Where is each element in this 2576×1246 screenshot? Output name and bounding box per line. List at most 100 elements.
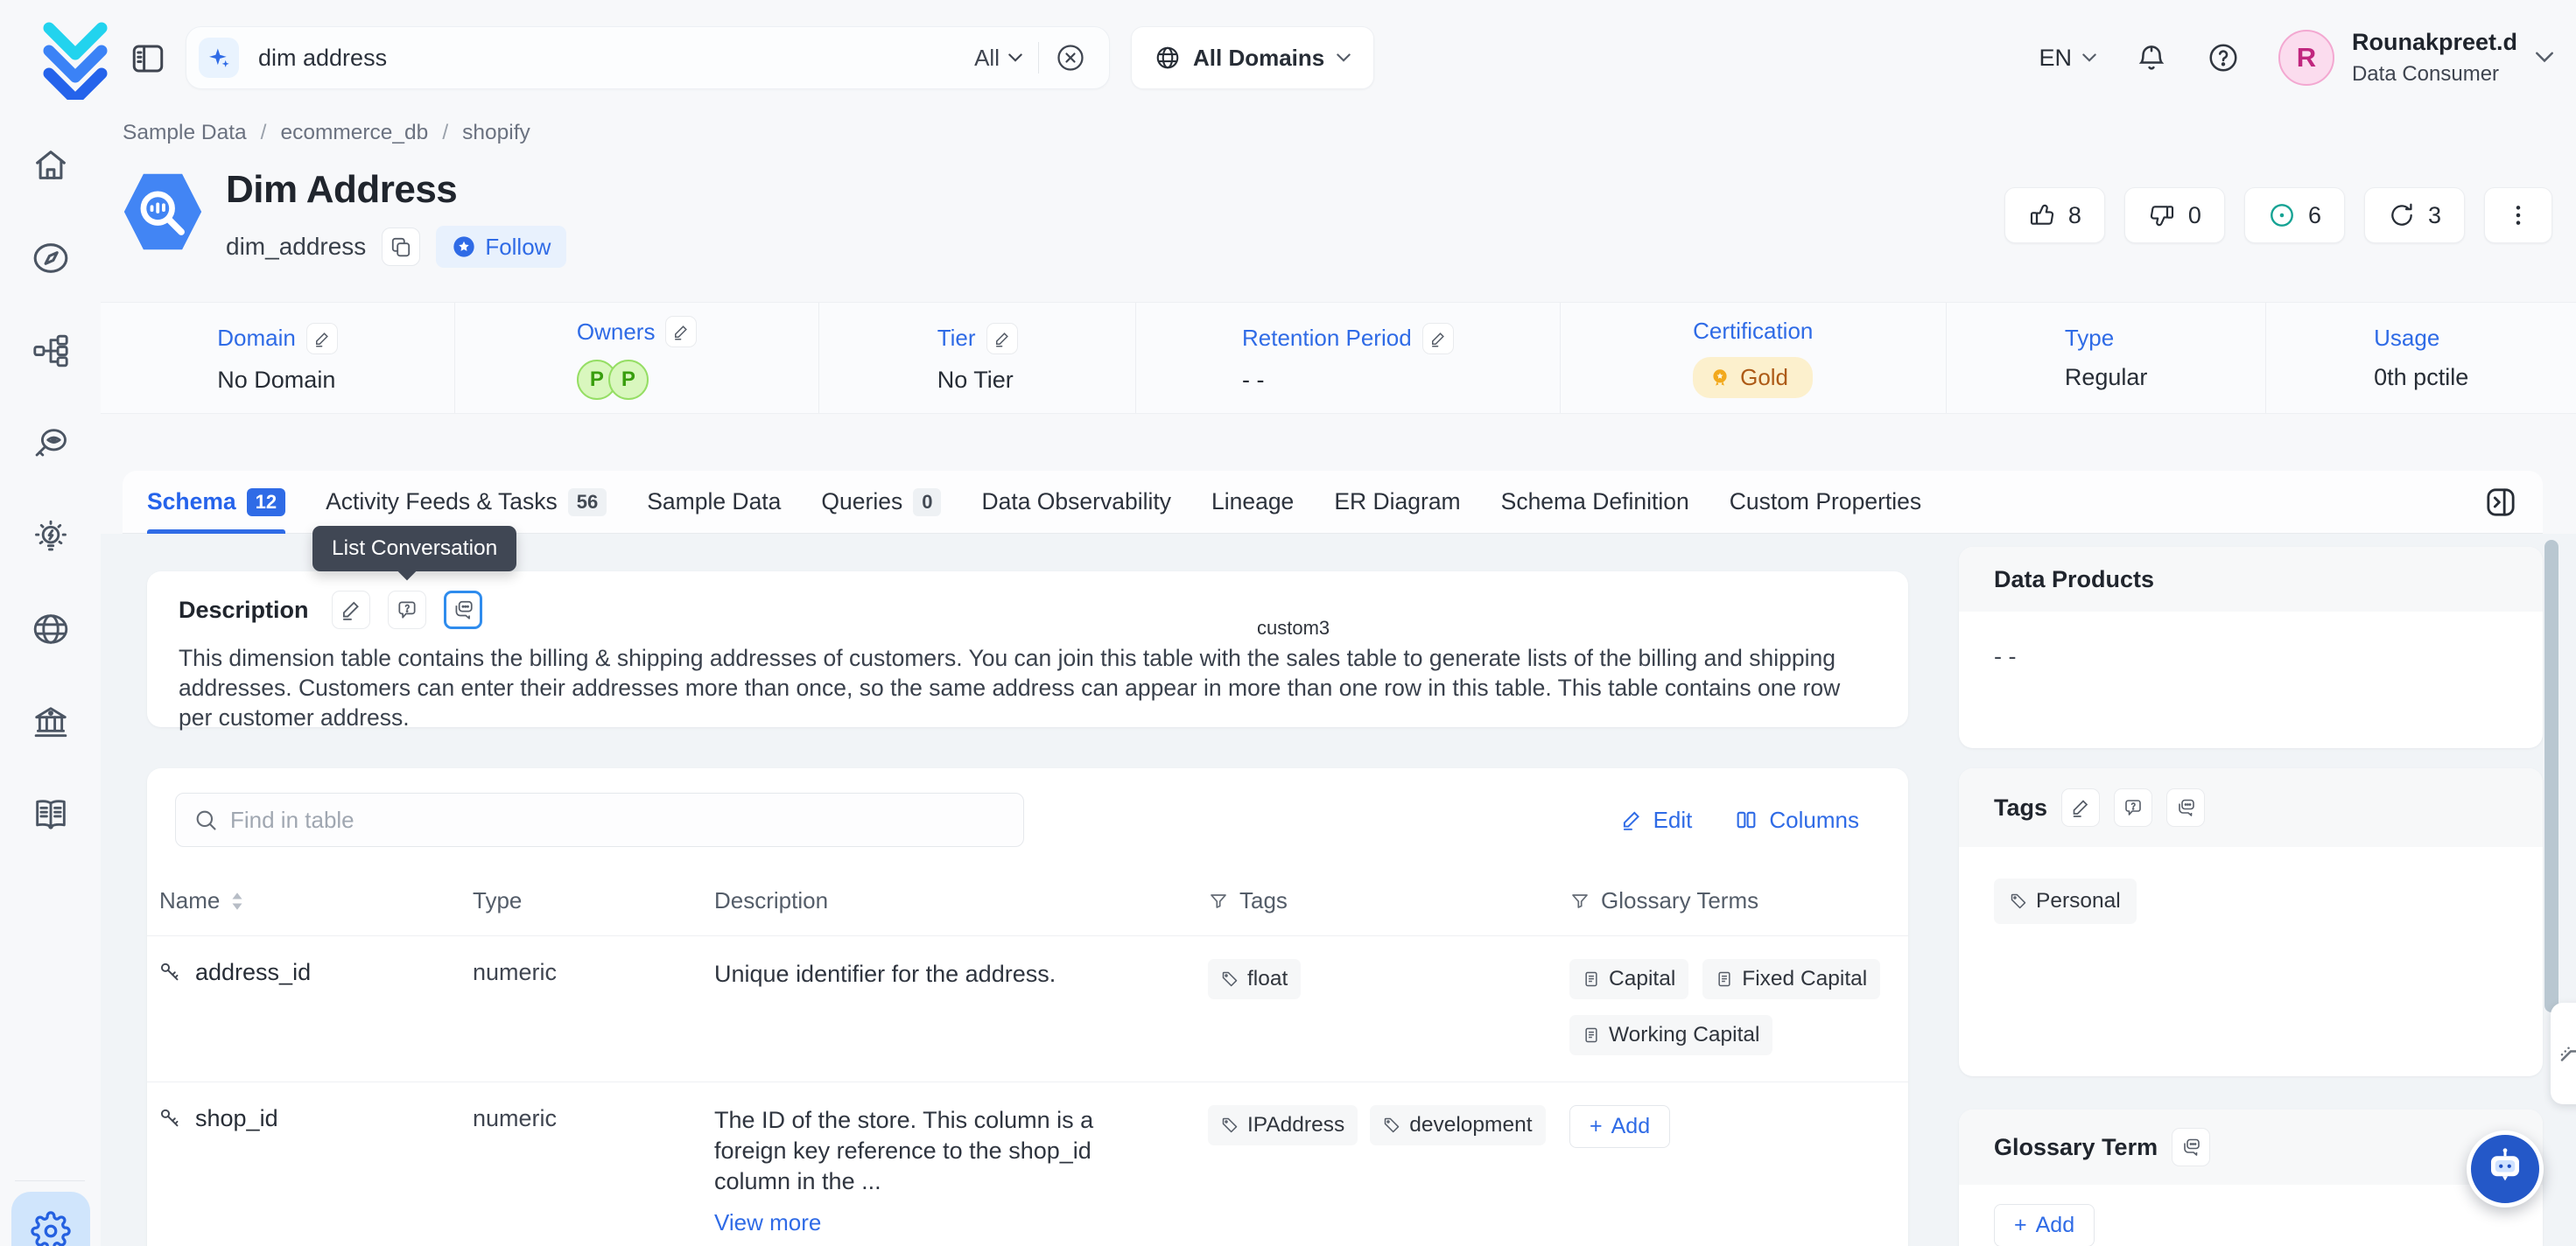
owner-avatars[interactable]: P P (577, 360, 698, 400)
tags-question-comment-button[interactable] (2114, 788, 2152, 827)
chatbot-button[interactable] (2467, 1130, 2544, 1208)
edit-tier-button[interactable] (986, 323, 1018, 354)
column-header-tags[interactable]: Tags (1208, 887, 1569, 914)
tag-pill[interactable]: Personal (1994, 878, 2137, 924)
tag-pill[interactable]: development (1370, 1105, 1545, 1145)
list-conversation-button[interactable] (444, 591, 482, 629)
type-value: Regular (2065, 364, 2148, 391)
more-actions-button[interactable] (2484, 187, 2552, 243)
filter-icon[interactable] (1569, 891, 1590, 912)
column-name-cell[interactable]: address_id (147, 959, 473, 986)
nav-lineage-icon[interactable] (31, 331, 71, 371)
data-products-header: Data Products (1959, 547, 2543, 612)
nav-governance-bank-icon[interactable] (31, 702, 71, 742)
column-header-type[interactable]: Type (473, 887, 714, 914)
glossary-term-pill[interactable]: Working Capital (1569, 1015, 1772, 1055)
edit-label: Edit (1653, 807, 1693, 834)
tab-data-observability[interactable]: Data Observability (981, 471, 1171, 533)
edit-owners-button[interactable] (665, 316, 697, 347)
user-menu[interactable]: R Rounakpreet.d Data Consumer (2278, 28, 2554, 88)
column-header-glossary[interactable]: Glossary Terms (1569, 887, 1908, 914)
global-search-bar[interactable]: All (186, 26, 1110, 89)
collapse-panel-icon[interactable] (2483, 485, 2518, 520)
views-button[interactable]: 6 (2244, 187, 2345, 243)
breadcrumb-schema[interactable]: shopify (462, 121, 530, 145)
glossary-term-pill[interactable]: Capital (1569, 959, 1688, 999)
sidebar-toggle-icon[interactable] (130, 40, 166, 77)
tab-sample-data[interactable]: Sample Data (647, 471, 781, 533)
atlan-logo-icon[interactable] (33, 16, 117, 100)
tab-er-diagram[interactable]: ER Diagram (1334, 471, 1460, 533)
tab-activity-feeds[interactable]: Activity Feeds & Tasks 56 (326, 471, 607, 533)
property-certification: Certification Gold (1560, 303, 1946, 413)
nav-home-icon[interactable] (31, 145, 71, 186)
edit-domain-button[interactable] (306, 323, 338, 354)
add-glossary-term-button[interactable]: + Add (1569, 1105, 1670, 1148)
glossary-term-pill[interactable]: Fixed Capital (1702, 959, 1880, 999)
vertical-scrollbar-thumb[interactable] (2544, 540, 2558, 1012)
usage-value: 0th pctile (2374, 364, 2468, 391)
search-scope-dropdown[interactable]: All (974, 45, 1022, 72)
nav-discover-compass-icon[interactable] (31, 238, 71, 278)
table-row[interactable]: address_id numeric Unique identifier for… (147, 936, 1908, 1082)
nav-web-globe-icon[interactable] (31, 609, 71, 649)
edit-table-button[interactable]: Edit (1620, 807, 1693, 834)
column-header-name[interactable]: Name (147, 887, 473, 914)
edit-retention-button[interactable] (1422, 323, 1454, 354)
description-question-comment-button[interactable] (388, 591, 426, 629)
certification-badge[interactable]: Gold (1693, 357, 1813, 398)
table-row[interactable]: shop_id numeric The ID of the store. Thi… (147, 1082, 1908, 1246)
column-header-description[interactable]: Description (714, 887, 1208, 914)
tag-pill[interactable]: IPAddress (1208, 1105, 1358, 1145)
clear-search-icon[interactable] (1055, 42, 1086, 74)
tags-conversation-button[interactable] (2166, 788, 2205, 827)
edge-flyout-tab[interactable] (2551, 1003, 2576, 1104)
help-icon[interactable] (2207, 41, 2240, 74)
tab-custom-properties[interactable]: Custom Properties (1730, 471, 1921, 533)
app-window: All All Domains EN (0, 0, 2576, 1246)
add-glossary-term-button[interactable]: + Add (1994, 1204, 2095, 1246)
nav-glossary-book-icon[interactable] (31, 794, 71, 835)
topbar-right: EN R Rounakpreet.d (2039, 0, 2554, 116)
edit-tags-button[interactable] (2061, 788, 2100, 827)
breadcrumb: Sample Data / ecommerce_db / shopify (123, 121, 530, 145)
term-label: Working Capital (1609, 1023, 1759, 1047)
tab-schema[interactable]: Schema 12 (147, 471, 285, 533)
tab-queries[interactable]: Queries 0 (821, 471, 941, 533)
find-in-table-field[interactable] (175, 793, 1024, 847)
view-more-link[interactable]: View more (714, 1208, 1139, 1238)
tab-label: ER Diagram (1334, 488, 1460, 515)
domain-label: Domain (217, 325, 296, 352)
tab-lineage[interactable]: Lineage (1211, 471, 1294, 533)
follow-button[interactable]: Follow (436, 226, 566, 268)
language-selector[interactable]: EN (2039, 45, 2096, 72)
owner-avatar[interactable]: P (608, 360, 649, 400)
upvote-button[interactable]: 8 (2004, 187, 2105, 243)
header-label: Tags (1239, 887, 1288, 914)
all-domains-button[interactable]: All Domains (1131, 26, 1374, 89)
tag-icon (2010, 892, 2027, 910)
search-input[interactable] (258, 45, 974, 72)
refresh-history-button[interactable]: 3 (2364, 187, 2465, 243)
sort-icon[interactable] (230, 892, 244, 911)
nav-observability-icon[interactable] (31, 424, 71, 464)
certificate-badge-icon (1709, 367, 1731, 389)
copy-name-button[interactable] (382, 228, 420, 266)
edit-description-button[interactable] (332, 591, 370, 629)
downvote-button[interactable]: 0 (2124, 187, 2225, 243)
columns-button[interactable]: Columns (1734, 807, 1859, 834)
tags-card: Tags Personal (1959, 768, 2543, 1076)
breadcrumb-connection[interactable]: Sample Data (123, 121, 247, 145)
notifications-bell-icon[interactable] (2135, 41, 2168, 74)
tab-schema-definition[interactable]: Schema Definition (1501, 471, 1689, 533)
column-name-cell[interactable]: shop_id (147, 1105, 473, 1132)
breadcrumb-database[interactable]: ecommerce_db (280, 121, 428, 145)
tag-label: development (1409, 1113, 1532, 1138)
nav-insights-bulb-icon[interactable] (31, 516, 71, 556)
nav-settings-active[interactable] (11, 1192, 90, 1246)
follow-label: Follow (485, 234, 551, 261)
glossary-conversation-button[interactable] (2172, 1128, 2210, 1166)
tag-pill[interactable]: float (1208, 959, 1301, 999)
filter-icon[interactable] (1208, 891, 1229, 912)
find-in-table-input[interactable] (230, 807, 1006, 834)
